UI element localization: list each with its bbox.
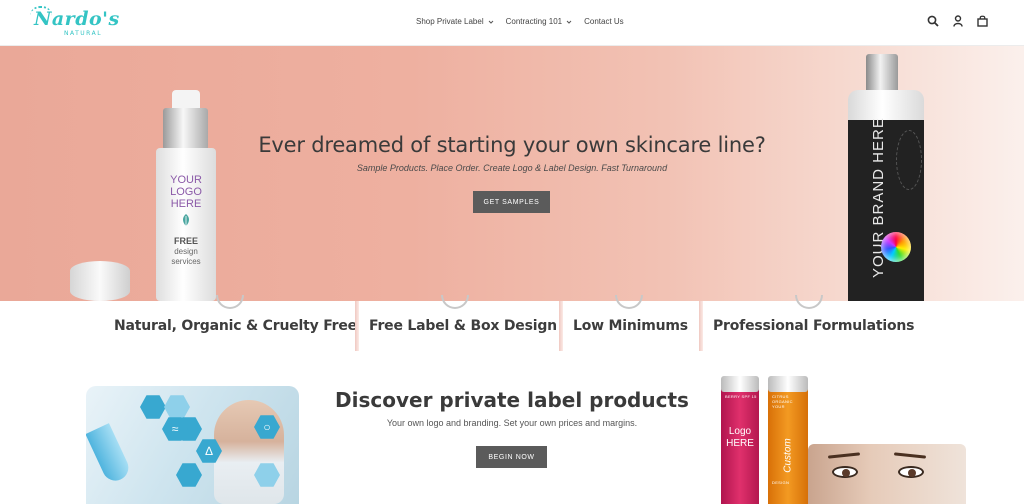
orange-lip-balm-image: CITRUS ORGANIC YOUR Custom DESIGN <box>768 380 808 504</box>
account-icon[interactable] <box>953 15 963 27</box>
woman-face-image <box>808 444 966 504</box>
chevron-down-icon <box>488 20 493 24</box>
right-bottle-cap-image <box>866 54 898 92</box>
pump-top-image <box>172 90 200 110</box>
header-icons <box>927 15 988 27</box>
nav-contact-us[interactable]: Contact Us <box>584 17 624 26</box>
nav-label: Contracting 101 <box>505 17 563 26</box>
bottle-logo-line3: HERE <box>170 198 202 210</box>
cart-icon[interactable] <box>977 15 988 27</box>
pink-balm-logo-text: Logo <box>728 426 752 437</box>
flower-pattern-icon <box>896 130 922 190</box>
site-header: Nardo's NATURAL Shop Private Label Contr… <box>0 0 1024 46</box>
orange-balm-cap-image <box>768 376 808 392</box>
nardos-logo[interactable]: Nardo's NATURAL <box>30 6 119 40</box>
feature-divider <box>699 301 703 351</box>
feature-icon <box>795 295 823 309</box>
begin-now-button[interactable]: BEGIN NOW <box>476 446 547 468</box>
eyebrow <box>827 452 861 459</box>
feature-divider <box>559 301 563 351</box>
orange-balm-your-text: YOUR <box>772 404 785 409</box>
pink-balm-cap-image <box>721 376 759 392</box>
nav-shop-private-label[interactable]: Shop Private Label <box>416 17 494 26</box>
features-bar: Natural, Organic & Cruelty Free Free Lab… <box>0 295 1024 357</box>
nav-contracting-101[interactable]: Contracting 101 <box>506 17 572 26</box>
bottle-services-text: services <box>171 257 201 266</box>
search-icon[interactable] <box>927 15 939 27</box>
pink-lip-balm-image: BERRY SPF 15 Logo HERE <box>721 380 759 504</box>
hero-banner: YOUR LOGO HERE FREE design services Ever… <box>0 46 1024 301</box>
hexagon-icon <box>176 463 202 487</box>
eye <box>898 466 924 478</box>
feature-icon <box>441 295 469 309</box>
eyebrow <box>893 452 927 459</box>
feature-icon <box>615 295 643 309</box>
get-samples-button[interactable]: GET SAMPLES <box>473 191 550 213</box>
main-nav: Shop Private Label Contracting 101 Conta… <box>416 17 624 26</box>
feature-icon <box>216 295 244 309</box>
orange-balm-design-text: DESIGN <box>772 480 790 485</box>
eye <box>832 466 858 478</box>
bottle-free-text: FREE <box>173 236 198 246</box>
pink-balm-small-text: BERRY SPF 15 <box>725 394 757 399</box>
feature-free-label: Free Label & Box Design <box>369 318 557 334</box>
logo-wordmark: Nardo's <box>34 8 120 30</box>
chevron-down-icon <box>566 20 572 24</box>
leaf-icon <box>183 214 189 226</box>
pink-balm-here-text: HERE <box>726 438 754 449</box>
feature-natural-organic: Natural, Organic & Cruelty Free <box>114 318 357 334</box>
nav-label: Shop Private Label <box>416 17 484 26</box>
feature-divider <box>355 301 359 351</box>
feature-professional-formulations: Professional Formulations <box>713 318 915 334</box>
orange-balm-small-text: CITRUS ORGANIC <box>772 394 793 404</box>
logo-subtitle: NATURAL <box>64 30 103 37</box>
orange-balm-custom-text: Custom <box>782 438 794 473</box>
discover-title: Discover private label products <box>335 388 689 412</box>
bottle-cap-image <box>70 261 130 301</box>
nav-label: Contact Us <box>584 17 624 26</box>
bottle-logo-line2: LOGO <box>170 186 202 198</box>
discover-subtitle: Your own logo and branding. Set your own… <box>386 418 638 428</box>
feature-low-minimums: Low Minimums <box>573 318 688 334</box>
bottle-logo-line1: YOUR <box>170 174 202 186</box>
test-tube-image <box>86 423 133 485</box>
color-wheel-icon <box>881 232 911 262</box>
bottle-design-text: design <box>174 247 198 256</box>
